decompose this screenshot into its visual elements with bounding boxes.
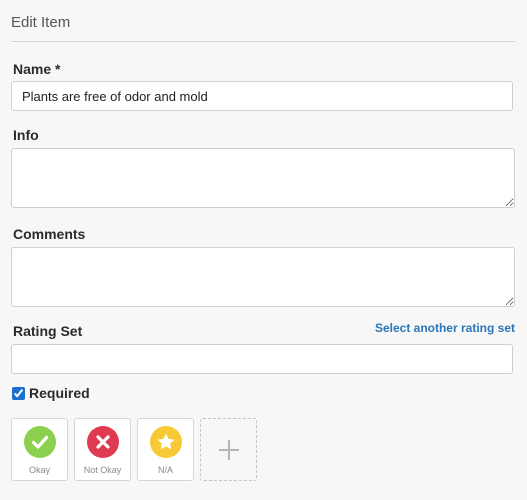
rating-label-not-okay: Not Okay — [83, 465, 122, 475]
rating-label-okay: Okay — [28, 465, 50, 475]
required-checkbox[interactable] — [12, 386, 25, 400]
required-label: Required — [29, 385, 90, 401]
name-label: Name * — [13, 61, 61, 77]
x-icon — [87, 426, 119, 458]
title-divider — [11, 41, 515, 42]
info-label: Info — [13, 127, 39, 143]
rating-tile-okay[interactable]: Okay — [11, 418, 68, 481]
rating-tiles: Okay Not Okay N/A — [11, 418, 257, 481]
star-icon — [150, 426, 182, 458]
dialog-title: Edit Item — [11, 14, 71, 31]
plus-icon — [219, 440, 239, 460]
add-rating-button[interactable] — [200, 418, 257, 481]
comments-label: Comments — [13, 226, 86, 242]
select-rating-set-link[interactable]: Select another rating set — [375, 321, 515, 335]
rating-label-na: N/A — [157, 465, 173, 475]
check-icon — [24, 426, 56, 458]
info-textarea[interactable] — [11, 148, 515, 208]
rating-set-label: Rating Set — [13, 323, 83, 339]
rating-set-input[interactable] — [11, 344, 513, 374]
name-input[interactable] — [11, 81, 513, 111]
required-checkbox-row[interactable]: Required — [11, 385, 90, 401]
rating-tile-not-okay[interactable]: Not Okay — [74, 418, 131, 481]
rating-tile-na[interactable]: N/A — [137, 418, 194, 481]
comments-textarea[interactable] — [11, 247, 515, 307]
